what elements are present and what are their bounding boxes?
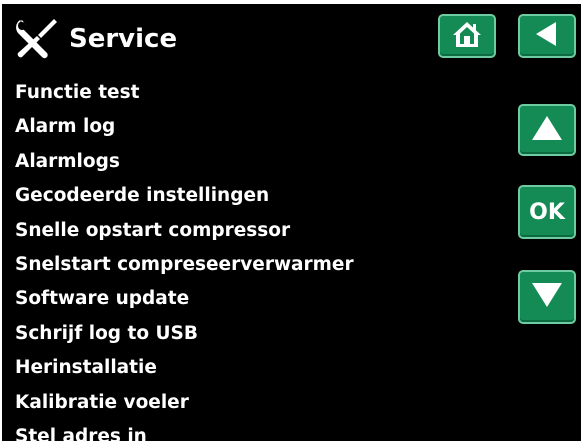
home-icon bbox=[451, 19, 483, 53]
menu-item[interactable]: Herinstallatie bbox=[15, 351, 354, 385]
page-title: Service bbox=[69, 24, 178, 54]
home-button[interactable] bbox=[438, 14, 496, 58]
menu-item[interactable]: Kalibratie voeler bbox=[15, 386, 354, 420]
arrow-up-icon bbox=[530, 113, 564, 147]
back-button[interactable] bbox=[518, 14, 576, 58]
service-screen: Service Functie test Alarm log Alarmlogs bbox=[2, 4, 581, 441]
arrow-down-icon bbox=[530, 280, 564, 314]
menu-item[interactable]: Alarm log bbox=[15, 110, 354, 144]
menu-item[interactable]: Functie test bbox=[15, 76, 354, 110]
menu-item[interactable]: Snelle opstart compressor bbox=[15, 214, 354, 248]
menu-item[interactable]: Schrijf log to USB bbox=[15, 317, 354, 351]
ok-button[interactable]: OK bbox=[518, 185, 576, 239]
scroll-up-button[interactable] bbox=[518, 104, 576, 156]
service-menu: Functie test Alarm log Alarmlogs Gecodee… bbox=[15, 76, 354, 441]
menu-item[interactable]: Software update bbox=[15, 282, 354, 316]
ok-button-label: OK bbox=[529, 199, 565, 225]
back-arrow-icon bbox=[532, 20, 562, 52]
menu-item[interactable]: Stel adres in bbox=[15, 420, 354, 441]
tools-icon bbox=[12, 16, 60, 64]
header-bar: Service bbox=[2, 4, 581, 74]
menu-item[interactable]: Snelstart compreseerverwarmer bbox=[15, 248, 354, 282]
scroll-down-button[interactable] bbox=[518, 270, 576, 324]
menu-item[interactable]: Gecodeerde instellingen bbox=[15, 179, 354, 213]
menu-item[interactable]: Alarmlogs bbox=[15, 145, 354, 179]
